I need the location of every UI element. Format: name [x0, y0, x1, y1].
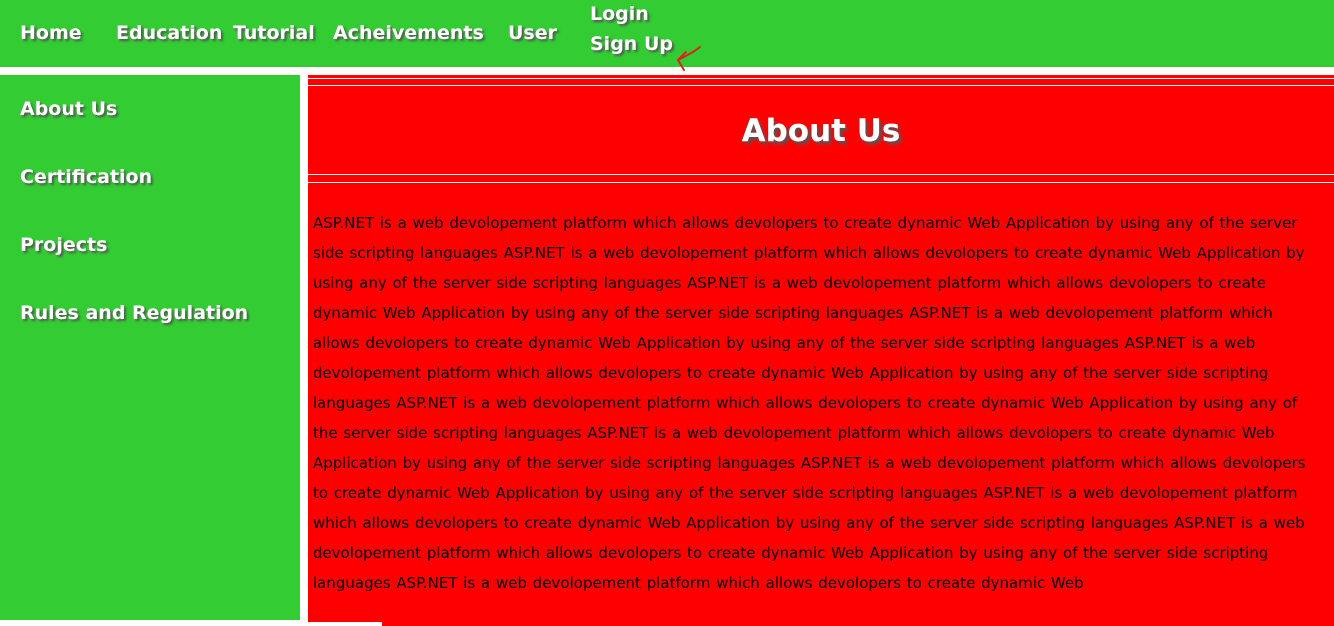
sidebar-item-certification[interactable]: Certification	[20, 166, 152, 188]
divider	[308, 85, 1334, 86]
sidebar-item-projects[interactable]: Projects	[20, 234, 107, 256]
nav-login-link[interactable]: Login	[590, 3, 649, 25]
page-title: About Us	[741, 113, 901, 149]
about-body-text: ASP.NET is a web devolopement platform w…	[313, 214, 1306, 592]
nav-tutorial-link[interactable]: Tutorial	[233, 22, 315, 44]
nav-signup-link[interactable]: Sign Up	[590, 33, 673, 55]
nav-user-link[interactable]: User	[508, 22, 557, 44]
divider	[308, 78, 1334, 79]
nav-home-link[interactable]: Home	[20, 22, 82, 44]
annotation-arrow-icon	[677, 46, 701, 71]
nav-achievements-link[interactable]: Acheivements	[333, 22, 484, 44]
divider	[308, 174, 1334, 175]
sidebar-item-rules-and-regulation[interactable]: Rules and Regulation	[20, 302, 248, 324]
sidebar: About Us Certification Projects Rules an…	[0, 75, 300, 620]
main-content: About Us ASP.NET is a web devolopement p…	[308, 75, 1334, 626]
sidebar-item-about-us[interactable]: About Us	[20, 98, 117, 120]
nav-education-link[interactable]: Education	[116, 22, 222, 44]
divider	[308, 182, 1334, 183]
top-navigation-bar: Home Education Tutorial Acheivements Use…	[0, 0, 1334, 71]
bottom-scroll-strip	[38, 622, 382, 626]
